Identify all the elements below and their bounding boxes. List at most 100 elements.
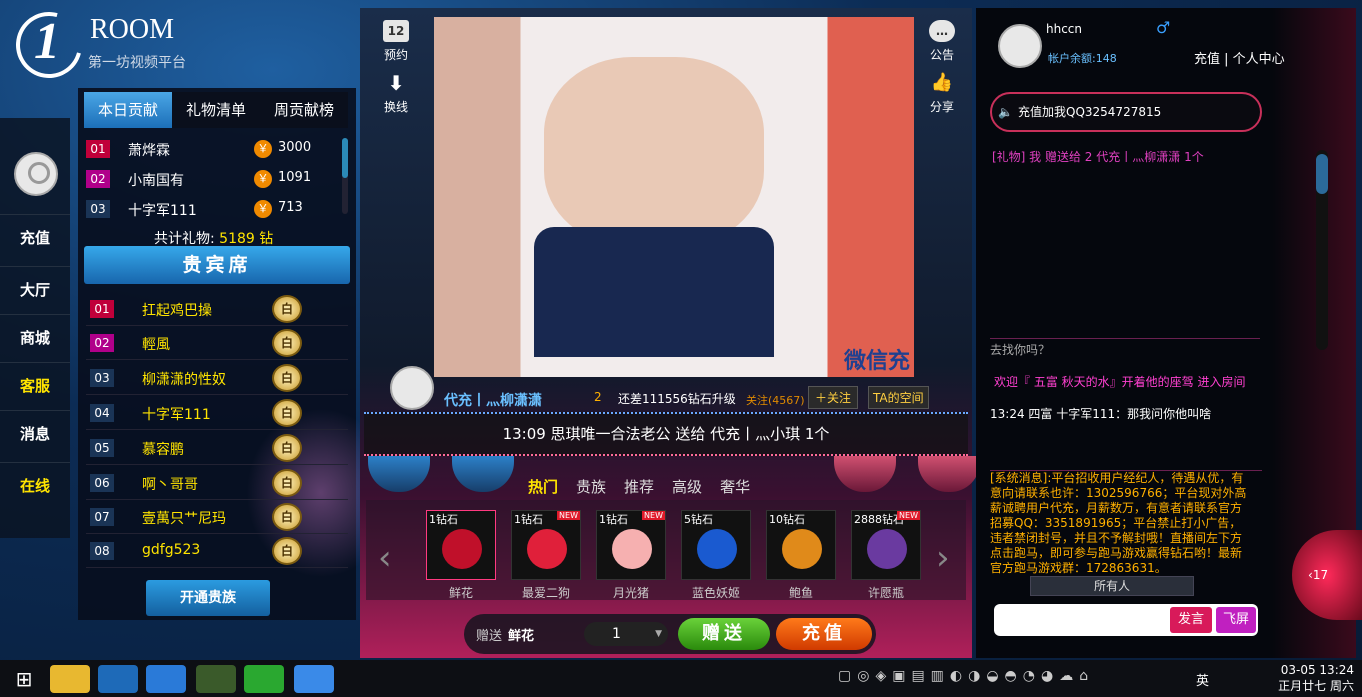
gift-item[interactable]: 1钻石 鲜花 — [426, 510, 496, 600]
gift-tab-luxury[interactable]: 奢华 — [712, 470, 758, 500]
host-avatar[interactable] — [390, 366, 434, 410]
recharge-button[interactable]: 充值 — [776, 618, 872, 650]
vip-row[interactable]: 01 扛起鸡巴操 白 — [86, 292, 348, 326]
gift-tab-recommend[interactable]: 推荐 — [616, 470, 662, 500]
gift-item[interactable]: 1钻石 NEW 最爱二狗 — [511, 510, 581, 600]
side-count: 17 — [1312, 568, 1329, 582]
gift-message: [礼物] 我 赠送给 2 代充丨灬柳潇潇 1个 — [992, 150, 1204, 164]
noble-badge-icon: 白 — [272, 503, 302, 531]
switch-line-button[interactable]: ⬇ 换线 — [376, 72, 416, 115]
logo-brand: ROOM — [90, 14, 175, 45]
gift-tab-hot[interactable]: 热门 — [520, 470, 566, 500]
vip-name: 輕風 — [142, 337, 170, 353]
tab-daily[interactable]: 本日贡献 — [84, 92, 172, 128]
ime-indicator[interactable]: 英 — [1196, 670, 1209, 689]
vip-row[interactable]: 05 慕容鹏 白 — [86, 431, 348, 465]
switch-label: 换线 — [383, 100, 408, 114]
chat-line: 13:24 四富 十字军111：那我问你他叫啥 — [990, 407, 1212, 421]
tab-weekly[interactable]: 周贡献榜 — [260, 92, 348, 128]
thumbs-up-icon: 👍 — [930, 72, 954, 93]
vip-number: 02 — [90, 334, 114, 352]
send-gift-button[interactable]: 赠送 — [678, 618, 770, 650]
vip-number: 03 — [90, 369, 114, 387]
wish-bottle-icon — [867, 529, 907, 569]
vip-title: 贵宾席 — [84, 246, 350, 284]
rank-number: 03 — [86, 200, 110, 218]
vip-number: 07 — [90, 508, 114, 526]
vip-row[interactable]: 02 輕風 白 — [86, 326, 348, 360]
office-icon[interactable] — [146, 665, 186, 693]
vip-row[interactable]: 04 十字军111 白 — [86, 396, 348, 430]
vip-name: 壹萬只艹尼玛 — [142, 511, 226, 527]
abalone-icon — [782, 529, 822, 569]
pig-icon — [612, 529, 652, 569]
file-explorer-icon[interactable] — [50, 665, 90, 693]
rank-value: 713 — [278, 200, 303, 215]
pen-app-icon[interactable] — [294, 665, 334, 693]
gift-item[interactable]: 2888钻石 NEW 许愿瓶 — [851, 510, 921, 600]
gift-tab-noble[interactable]: 贵族 — [568, 470, 614, 500]
send-bar: 赠送 鲜花 1 赠送 充值 — [464, 614, 876, 654]
video-subject-clothing — [534, 227, 774, 357]
host-name[interactable]: 代充丨灬柳潇潇 — [444, 390, 542, 410]
rank-scrollbar[interactable] — [342, 138, 348, 214]
share-button[interactable]: 👍 分享 — [922, 72, 962, 115]
video-player[interactable]: 微信充 — [434, 17, 914, 377]
browser-icon[interactable] — [98, 665, 138, 693]
arrow-down-icon: ⬇ — [387, 71, 405, 95]
vip-name: 扛起鸡巴操 — [142, 303, 212, 319]
fly-screen-button[interactable]: 飞屏 — [1216, 607, 1256, 633]
gift-item[interactable]: 5钻石 蓝色妖姬 — [681, 510, 751, 600]
vip-name: 慕容鹏 — [142, 442, 184, 458]
user-links[interactable]: 充值 | 个人中心 — [1194, 48, 1285, 67]
seat[interactable] — [368, 456, 430, 492]
rank-name: 萧烨霖 — [128, 143, 170, 159]
rank-name: 小南国有 — [128, 173, 184, 189]
speak-button[interactable]: 发言 — [1170, 607, 1212, 633]
chat-target-select[interactable]: 所有人 — [1030, 576, 1194, 596]
seat[interactable] — [452, 456, 514, 492]
app-icon[interactable] — [196, 665, 236, 693]
nav-hall[interactable]: 大厅 — [0, 266, 70, 316]
vip-row[interactable]: 03 柳潇潇的性奴 白 — [86, 361, 348, 395]
notice-button[interactable]: … 公告 — [922, 20, 962, 63]
vip-number: 01 — [90, 300, 114, 318]
vip-row[interactable]: 08 gdfg523 白 — [86, 534, 348, 568]
quantity-select[interactable]: 1 — [584, 622, 668, 646]
follow-button[interactable]: ＋关注 — [808, 386, 859, 409]
book-button[interactable]: 12 预约 — [376, 20, 416, 63]
windows-start-icon[interactable]: ⊞ — [4, 665, 44, 693]
open-noble-button[interactable]: 开通贵族 — [146, 580, 270, 616]
nav-shop[interactable]: 商城 — [0, 314, 70, 364]
gift-tab-advanced[interactable]: 高级 — [664, 470, 710, 500]
prev-arrow-icon[interactable]: ‹ — [378, 538, 392, 578]
speech-bubble-icon: … — [929, 20, 955, 42]
nav-service[interactable]: 客服 — [0, 362, 70, 412]
host-fans: 关注(4567) — [746, 394, 805, 407]
wechat-icon[interactable] — [244, 665, 284, 693]
chat-input[interactable]: 发言 飞屏 — [994, 604, 1258, 636]
nav-online[interactable]: 在线 — [0, 462, 70, 512]
vip-row[interactable]: 07 壹萬只艹尼玛 白 — [86, 500, 348, 534]
next-arrow-icon[interactable]: › — [936, 538, 950, 578]
gift-item[interactable]: 10钻石 鲍鱼 — [766, 510, 836, 600]
logo-subtitle: 第一坊视频平台 — [88, 55, 186, 71]
seat[interactable] — [918, 456, 980, 492]
vip-number: 05 — [90, 439, 114, 457]
noble-badge-icon: 白 — [272, 329, 302, 357]
vip-row[interactable]: 06 啊丶哥哥 白 — [86, 466, 348, 500]
user-avatar-icon[interactable] — [14, 152, 58, 196]
gift-item[interactable]: 1钻石 NEW 月光猪 — [596, 510, 666, 600]
nav-recharge[interactable]: 充值 — [0, 214, 70, 264]
vip-name: 十字军111 — [142, 407, 211, 423]
seat[interactable] — [834, 456, 896, 492]
blue-rose-icon — [697, 529, 737, 569]
system-clock[interactable]: 03-05 13:24 正月廿七 周六 — [1278, 662, 1354, 694]
tab-gift-list[interactable]: 礼物清单 — [172, 92, 260, 128]
coin-icon: ￥ — [254, 140, 272, 158]
system-tray[interactable]: ▢◎◈▣▤▥◐◑◒◓◔◕☁⌂ — [838, 668, 1094, 684]
host-space-button[interactable]: TA的空间 — [868, 386, 929, 409]
chat-scrollbar[interactable] — [1316, 150, 1328, 350]
user-avatar[interactable] — [998, 24, 1042, 68]
nav-message[interactable]: 消息 — [0, 410, 70, 460]
